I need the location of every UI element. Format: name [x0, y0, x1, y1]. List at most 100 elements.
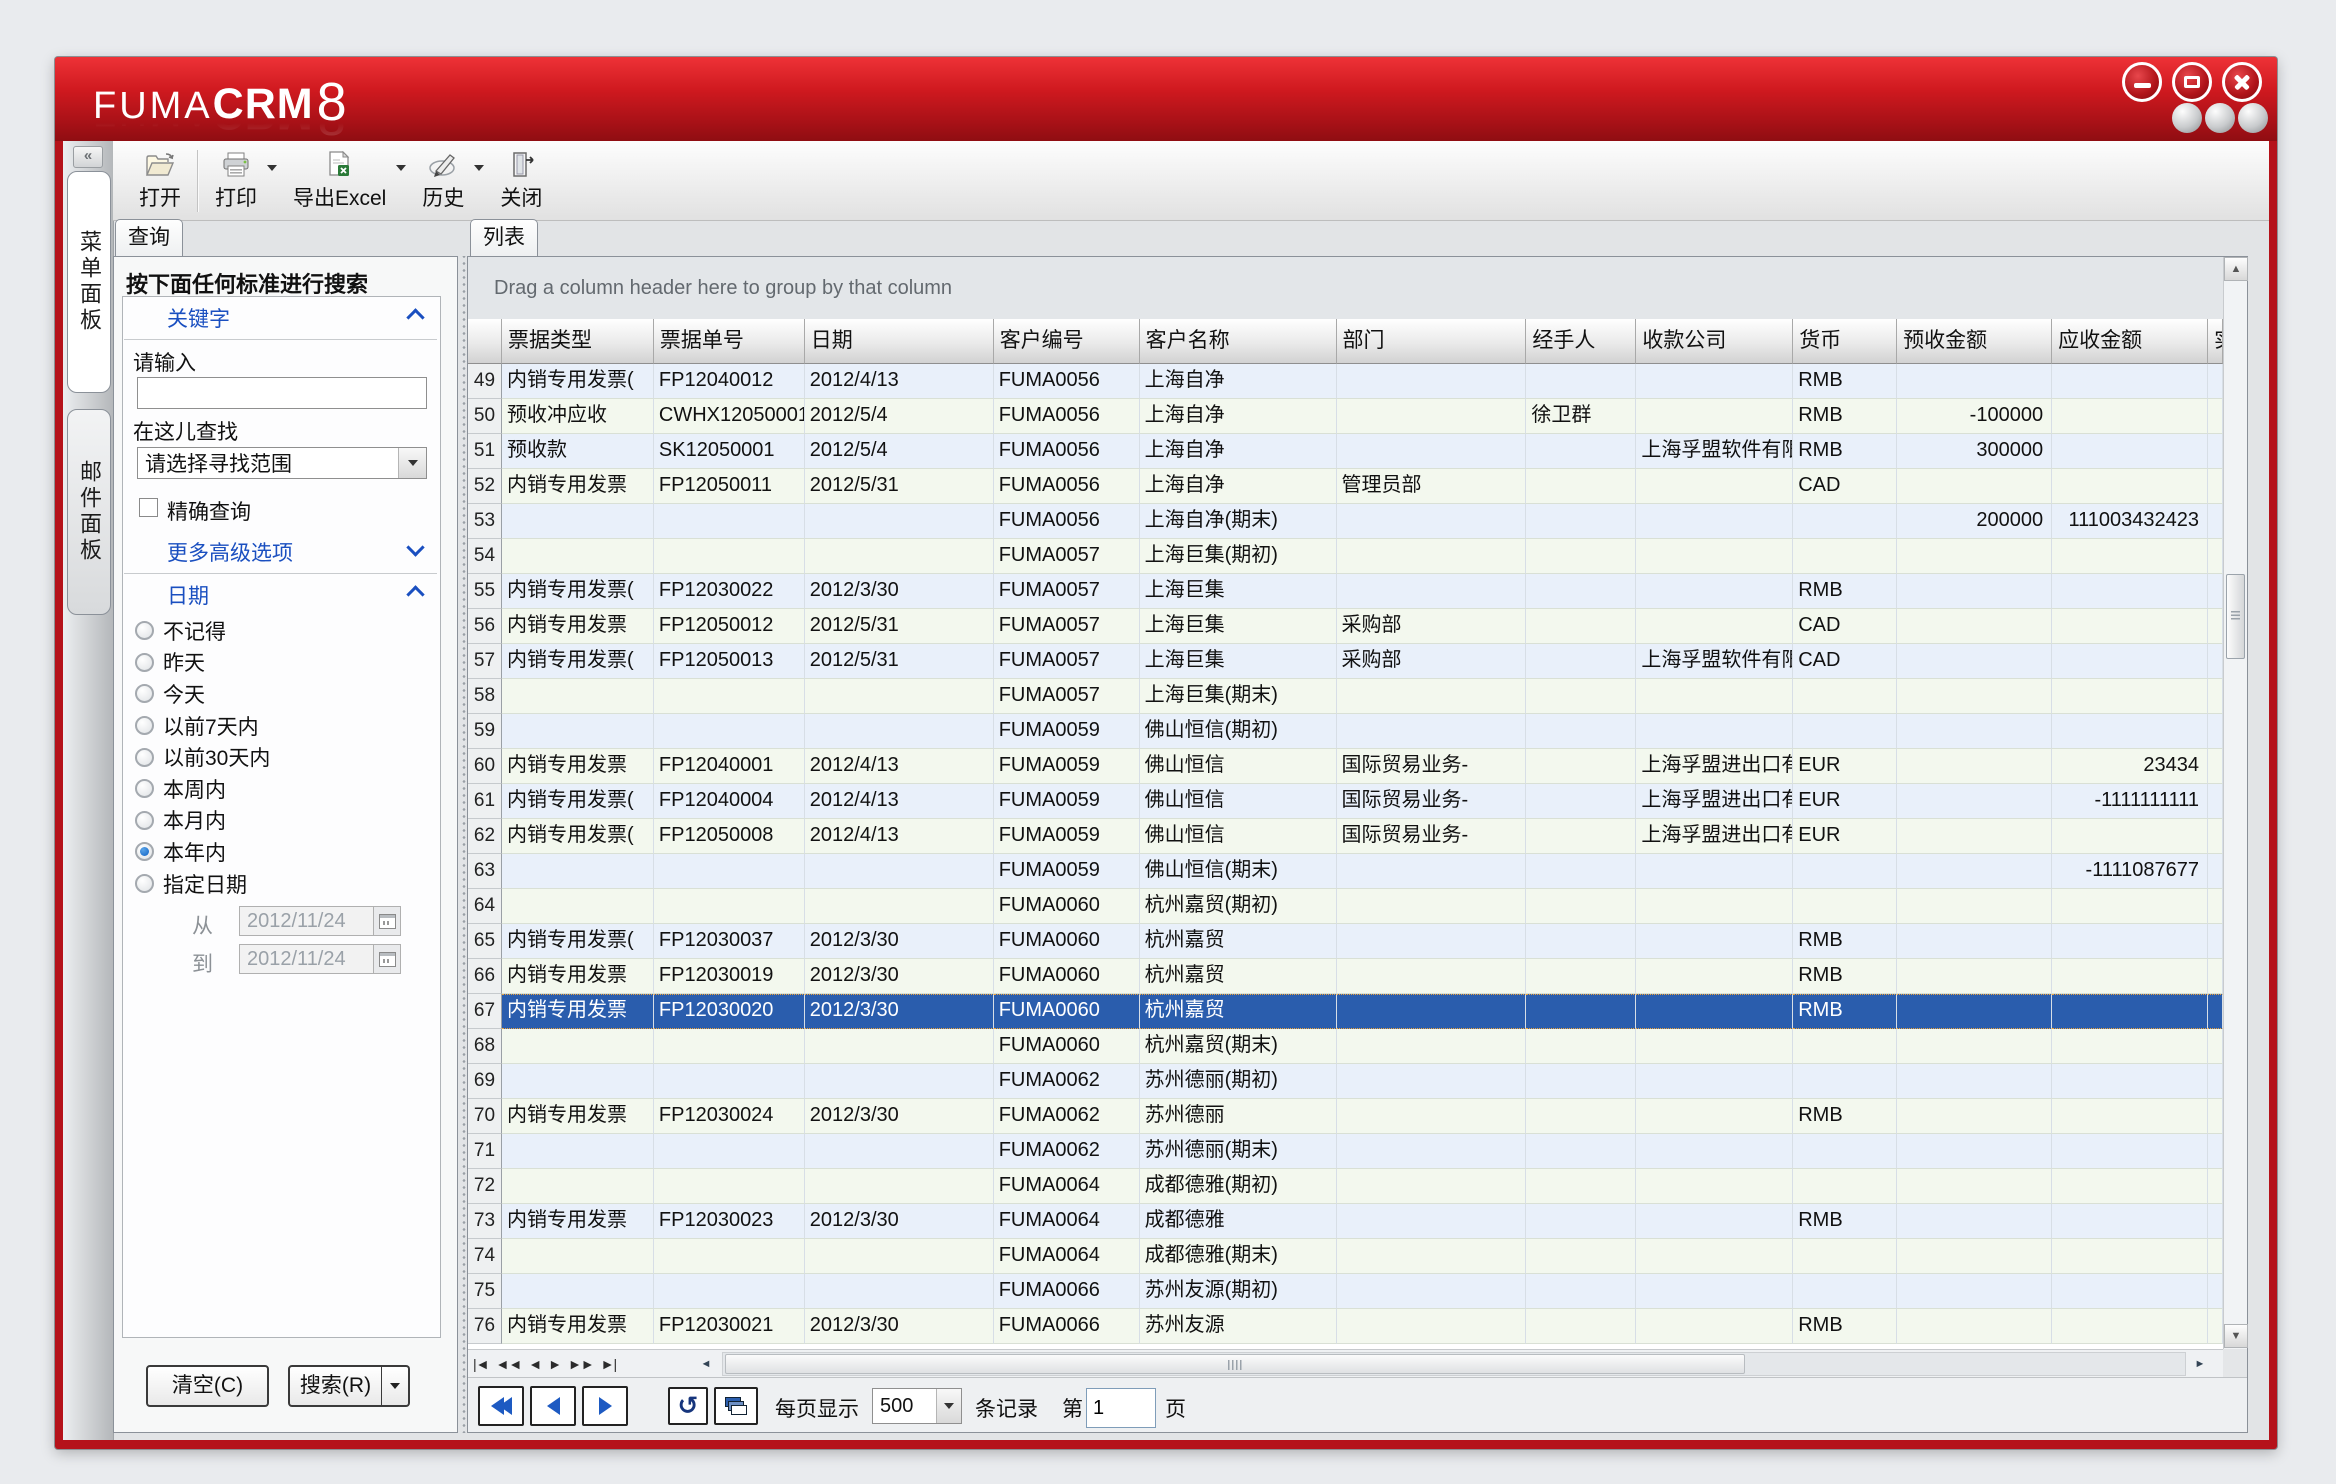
vertical-scrollbar[interactable]: ▲ ▼	[2223, 257, 2247, 1349]
date-option-row[interactable]: 以前30天内	[135, 741, 430, 773]
table-row[interactable]: 69FUMA0062苏州德丽(期初)	[468, 1064, 2223, 1099]
previous-page-button[interactable]	[530, 1386, 576, 1426]
first-record-button[interactable]: |◄	[473, 1354, 489, 1374]
calendar-icon[interactable]	[373, 907, 400, 935]
column-header-1[interactable]: 票据类型	[502, 319, 654, 364]
expand-more-options-icon[interactable]	[406, 538, 424, 556]
clear-button[interactable]: 清空(C)	[146, 1365, 269, 1407]
date-option-row[interactable]: 昨天	[135, 647, 430, 679]
next-page-button[interactable]	[582, 1386, 628, 1426]
per-page-select[interactable]: 500	[872, 1388, 962, 1424]
date-option-row[interactable]: 指定日期	[135, 868, 430, 900]
minimize-button[interactable]	[2122, 62, 2162, 102]
collapse-date-icon[interactable]	[406, 585, 424, 603]
table-row[interactable]: 65内销专用发票(FP120300372012/3/30FUMA0060杭州嘉贸…	[468, 924, 2223, 959]
more-options-link[interactable]: 更多高级选项	[167, 537, 293, 567]
column-header-7[interactable]: 经手人	[1526, 319, 1636, 364]
table-row[interactable]: 51预收款SK120500012012/5/4FUMA0056上海自净上海孚盟软…	[468, 434, 2223, 469]
maximize-button[interactable]	[2172, 62, 2212, 102]
radio-button[interactable]	[135, 779, 154, 798]
collapse-panel-button[interactable]: «	[73, 146, 103, 168]
search-options-dropdown[interactable]	[382, 1365, 410, 1407]
table-row[interactable]: 73内销专用发票FP120300232012/3/30FUMA0064成都德雅R…	[468, 1204, 2223, 1239]
tab-query[interactable]: 查询	[115, 219, 183, 256]
column-header-12[interactable]: 实	[2208, 319, 2223, 364]
vertical-scroll-thumb[interactable]	[2226, 574, 2245, 659]
radio-button[interactable]	[135, 874, 154, 893]
find-range-select[interactable]: 请选择寻找范围	[137, 447, 427, 479]
table-row[interactable]: 70内销专用发票FP120300242012/3/30FUMA0062苏州德丽R…	[468, 1099, 2223, 1134]
close-button[interactable]	[2222, 62, 2262, 102]
date-from-field[interactable]: 2012/11/24	[239, 906, 401, 936]
chevron-down-icon[interactable]	[398, 448, 426, 478]
table-row[interactable]: 61内销专用发票(FP120400042012/4/13FUMA0059佛山恒信…	[468, 784, 2223, 819]
prev-page-records-button[interactable]: ◄◄	[496, 1354, 522, 1374]
scroll-left-icon[interactable]: ◄	[696, 1352, 716, 1376]
calendar-icon[interactable]	[373, 945, 400, 973]
table-row[interactable]: 53FUMA0056上海自净(期末)200000111003432423	[468, 504, 2223, 539]
exact-match-label[interactable]: 精确查询	[167, 496, 251, 526]
column-header-8[interactable]: 收款公司	[1636, 319, 1793, 364]
group-by-bar[interactable]: Drag a column header here to group by th…	[468, 257, 2223, 320]
table-row[interactable]: 54FUMA0057上海巨集(期初)	[468, 539, 2223, 574]
column-header-5[interactable]: 客户名称	[1140, 319, 1337, 364]
table-row[interactable]: 57内销专用发票(FP120500132012/5/31FUMA0057上海巨集…	[468, 644, 2223, 679]
table-row[interactable]: 64FUMA0060杭州嘉贸(期初)	[468, 889, 2223, 924]
table-row[interactable]: 49内销专用发票(FP120400122012/4/13FUMA0056上海自净…	[468, 364, 2223, 399]
radio-button[interactable]	[135, 684, 154, 703]
radio-button[interactable]	[135, 748, 154, 767]
table-row[interactable]: 63FUMA0059佛山恒信(期末)-1111087677	[468, 854, 2223, 889]
radio-button[interactable]	[135, 716, 154, 735]
search-button[interactable]: 搜索(R)	[288, 1365, 383, 1407]
column-header-3[interactable]: 日期	[805, 319, 994, 364]
column-header-6[interactable]: 部门	[1337, 319, 1527, 364]
first-page-button[interactable]	[478, 1386, 524, 1426]
table-row[interactable]: 72FUMA0064成都德雅(期初)	[468, 1169, 2223, 1204]
column-header-9[interactable]: 货币	[1793, 319, 1897, 364]
exact-match-checkbox[interactable]	[139, 498, 158, 517]
date-option-row[interactable]: 本月内	[135, 805, 430, 837]
toolbar-button-exit-door[interactable]: 关闭	[490, 146, 552, 216]
table-row[interactable]: 58FUMA0057上海巨集(期末)	[468, 679, 2223, 714]
next-record-button[interactable]: ►	[548, 1354, 561, 1374]
date-option-row[interactable]: 今天	[135, 678, 430, 710]
refresh-button[interactable]: ↺	[668, 1387, 708, 1425]
table-row[interactable]: 56内销专用发票FP120500122012/5/31FUMA0057上海巨集采…	[468, 609, 2223, 644]
date-option-row[interactable]: 以前7天内	[135, 710, 430, 742]
scroll-up-icon[interactable]: ▲	[2224, 257, 2248, 281]
table-row[interactable]: 60内销专用发票FP120400012012/4/13FUMA0059佛山恒信国…	[468, 749, 2223, 784]
radio-button[interactable]	[135, 842, 154, 861]
column-header-11[interactable]: 应收金额	[2052, 319, 2208, 364]
table-row[interactable]: 75FUMA0066苏州友源(期初)	[468, 1274, 2223, 1309]
page-number-input[interactable]	[1086, 1388, 1156, 1428]
table-row[interactable]: 50预收冲应收CWHX120500012012/5/4FUMA0056上海自净徐…	[468, 399, 2223, 434]
sidebar-tab-mail-panel[interactable]: 邮件面板	[67, 409, 111, 615]
toolbar-button-printer[interactable]: 打印	[205, 146, 267, 216]
chevron-down-icon[interactable]	[267, 165, 277, 171]
table-row[interactable]: 55内销专用发票(FP120300222012/3/30FUMA0057上海巨集…	[468, 574, 2223, 609]
chevron-down-icon[interactable]	[936, 1389, 961, 1423]
prev-record-button[interactable]: ◄	[528, 1354, 541, 1374]
horizontal-scroll-thumb[interactable]	[725, 1354, 1745, 1374]
radio-button[interactable]	[135, 621, 154, 640]
date-option-row[interactable]: 本周内	[135, 773, 430, 805]
table-row[interactable]: 62内销专用发票(FP120500082012/4/13FUMA0059佛山恒信…	[468, 819, 2223, 854]
section-date[interactable]: 日期	[167, 580, 209, 610]
column-header-2[interactable]: 票据单号	[654, 319, 805, 364]
tab-list[interactable]: 列表	[470, 219, 538, 256]
table-row[interactable]: 67内销专用发票FP120300202012/3/30FUMA0060杭州嘉贸R…	[468, 994, 2223, 1029]
date-to-field[interactable]: 2012/11/24	[239, 944, 401, 974]
toolbar-button-open-folder[interactable]: 打开	[129, 146, 191, 216]
sidebar-tab-menu-panel[interactable]: 菜单面板	[67, 171, 111, 393]
toolbar-button-excel-export[interactable]: 导出Excel	[283, 146, 396, 216]
scroll-right-icon[interactable]: ►	[2190, 1352, 2210, 1376]
collapse-keyword-icon[interactable]	[406, 308, 424, 326]
column-header-rowmark[interactable]	[468, 319, 502, 364]
table-row[interactable]: 76内销专用发票FP120300212012/3/30FUMA0066苏州友源R…	[468, 1309, 2223, 1344]
date-option-row[interactable]: 不记得	[135, 615, 430, 647]
chevron-down-icon[interactable]	[396, 165, 406, 171]
radio-button[interactable]	[135, 811, 154, 830]
table-row[interactable]: 52内销专用发票FP120500112012/5/31FUMA0056上海自净管…	[468, 469, 2223, 504]
next-page-records-button[interactable]: ►►	[568, 1354, 594, 1374]
radio-button[interactable]	[135, 653, 154, 672]
